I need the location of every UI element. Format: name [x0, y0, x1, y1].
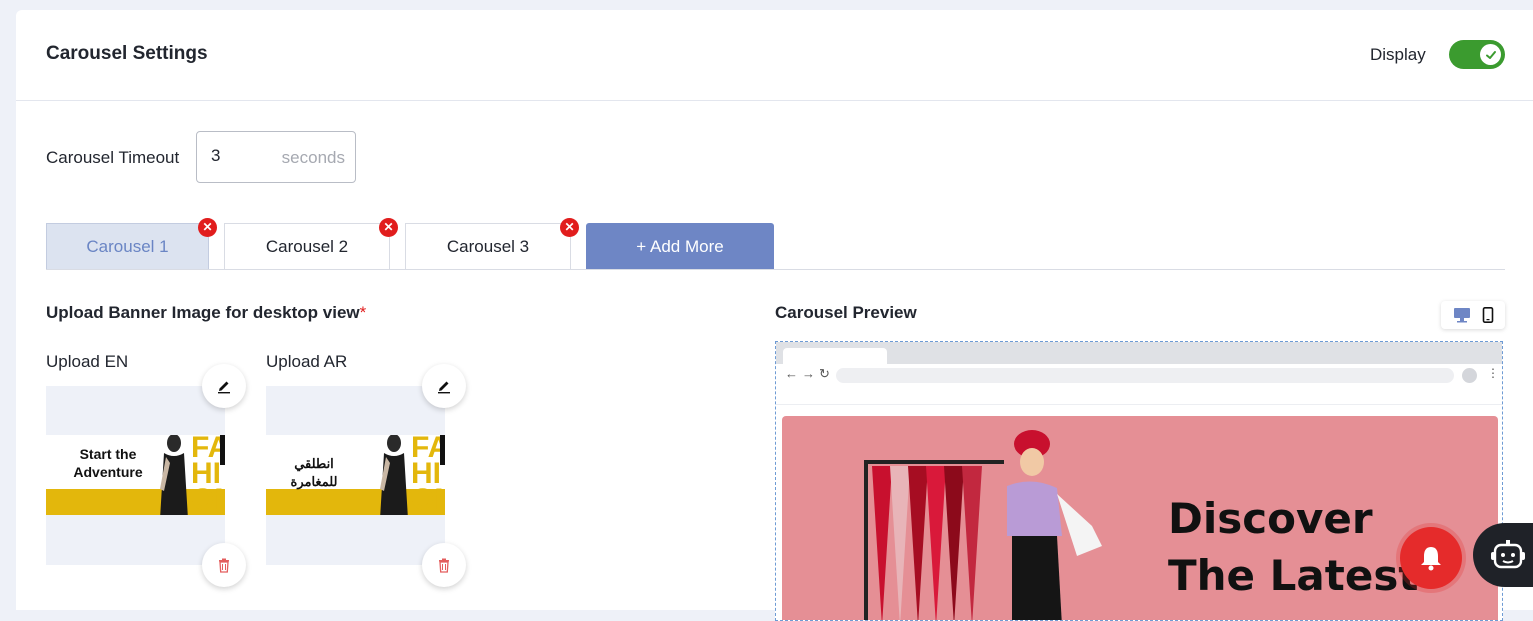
edit-en-button[interactable] [202, 364, 246, 408]
close-icon[interactable]: ✕ [379, 218, 398, 237]
pencil-icon [438, 381, 450, 394]
upload-en-label: Upload EN [46, 352, 129, 371]
timeout-field[interactable]: seconds [196, 131, 356, 183]
delete-ar-button[interactable] [422, 543, 466, 587]
add-more-button[interactable]: + Add More [586, 223, 774, 270]
mobile-icon[interactable] [1482, 307, 1494, 323]
banner-text: Start the Adventure [73, 446, 143, 480]
upload-ar-label: Upload AR [266, 352, 348, 371]
banner-bar [220, 435, 225, 465]
hero-line-1: Discover [1168, 494, 1373, 543]
browser-menu-icon: ⋮ [1487, 366, 1499, 380]
hero-banner: Discover The Latest [782, 416, 1498, 620]
model-figure [160, 435, 188, 515]
tabs-divider [46, 269, 1505, 270]
device-switch [1441, 301, 1505, 329]
bell-icon [1421, 547, 1441, 571]
browser-url-bar [836, 368, 1454, 383]
edit-ar-button[interactable] [422, 364, 466, 408]
tab-label: Carousel 1 [86, 236, 169, 256]
clothing-rack-illustration [864, 430, 1102, 620]
upload-ar-slot[interactable]: انطلقي للمغامرة FA HI ON [266, 386, 445, 565]
tab-carousel-1[interactable]: Carousel 1 ✕ [46, 218, 217, 269]
close-icon[interactable]: ✕ [560, 218, 579, 237]
chatbot-button[interactable] [1473, 523, 1533, 587]
upload-section-title: Upload Banner Image for desktop view* [46, 303, 366, 323]
trash-icon [219, 558, 229, 573]
display-toggle[interactable] [1449, 40, 1505, 69]
banner-image-en: Start the Adventure FA HI ON [46, 435, 225, 515]
display-label: Display [1370, 45, 1426, 64]
browser-profile-icon [1462, 368, 1477, 383]
hero-line-2: The Latest [1168, 551, 1419, 600]
required-mark: * [359, 303, 367, 322]
timeout-input[interactable] [211, 146, 261, 166]
model-figure [380, 435, 408, 515]
upload-en-slot[interactable]: Start the Adventure FA HI ON [46, 386, 225, 565]
upload-title-text: Upload Banner Image for desktop view [46, 303, 360, 322]
preview-title: Carousel Preview [775, 303, 917, 322]
tab-label: Carousel 3 [446, 236, 530, 256]
trash-icon [439, 558, 449, 573]
pencil-icon [218, 381, 230, 394]
tab-carousel-3[interactable]: Carousel 3 ✕ [405, 218, 579, 269]
carousel-settings-card: Carousel Settings Display Carousel Timeo… [16, 10, 1533, 621]
carousel-preview-frame: ←→↻ ⋮ Discover The Latest [775, 341, 1503, 621]
hero-headline: Discover The Latest [1168, 490, 1418, 604]
banner-text: انطلقي للمغامرة [290, 456, 338, 489]
page-title: Carousel Settings [46, 43, 208, 64]
desktop-icon[interactable] [1453, 307, 1471, 323]
notification-bell-button[interactable] [1400, 527, 1462, 589]
tab-carousel-2[interactable]: Carousel 2 ✕ [224, 218, 398, 269]
check-icon [1480, 44, 1501, 65]
browser-toolbar: ←→↻ ⋮ [776, 364, 1502, 405]
delete-en-button[interactable] [202, 543, 246, 587]
card-header: Carousel Settings Display [16, 10, 1533, 101]
tab-label: Carousel 2 [265, 236, 349, 256]
timeout-unit: seconds [281, 148, 345, 167]
banner-image-ar: انطلقي للمغامرة FA HI ON [266, 435, 445, 515]
browser-nav-icons: ←→↻ [785, 366, 834, 381]
browser-tabbar [776, 342, 1502, 364]
banner-bar [440, 435, 445, 465]
robot-icon [1491, 540, 1525, 569]
timeout-label: Carousel Timeout [46, 148, 180, 167]
close-icon[interactable]: ✕ [198, 218, 217, 237]
browser-tab [783, 348, 887, 364]
